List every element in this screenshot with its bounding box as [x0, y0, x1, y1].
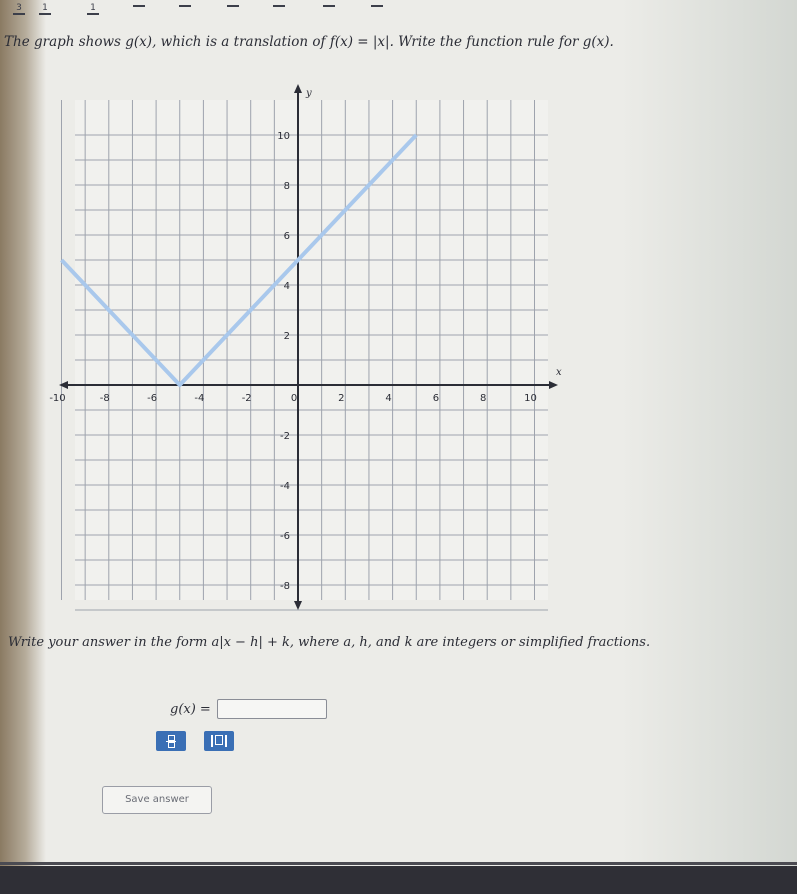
bottom-divider — [0, 862, 797, 865]
y-axis-arrow-icon — [294, 601, 302, 610]
answer-label: g(x) = — [170, 701, 211, 717]
question-text: The graph shows g(x), which is a transla… — [4, 34, 614, 50]
x-tick-label: -4 — [194, 393, 204, 404]
fraction-bar-icon — [179, 5, 191, 7]
fraction-bar-icon — [323, 5, 335, 7]
x-tick-label: 6 — [433, 393, 439, 404]
y-tick-label: 4 — [284, 281, 290, 292]
fraction-toolbar-button[interactable]: 1 — [34, 4, 56, 20]
fraction-bar-icon — [13, 13, 25, 15]
y-tick-label: -8 — [280, 581, 290, 592]
x-tick-label: -2 — [242, 393, 252, 404]
x-tick-label: 2 — [338, 393, 344, 404]
fraction-toolbar-button[interactable] — [268, 4, 290, 20]
y-tick-label: 8 — [284, 181, 290, 192]
fraction-icon — [166, 735, 176, 748]
y-tick-label: -6 — [280, 531, 290, 542]
absolute-value-button[interactable] — [204, 731, 234, 751]
fraction-bar-icon — [227, 5, 239, 7]
y-tick-label: 10 — [277, 131, 290, 142]
y-tick-label: -2 — [280, 431, 290, 442]
x-tick-label: -10 — [49, 393, 65, 404]
fraction-bar-icon — [133, 5, 145, 7]
y-tick-label: 2 — [284, 331, 290, 342]
y-axis-label: y — [305, 88, 312, 99]
fraction-bar-icon — [371, 5, 383, 7]
fraction-bar-icon — [39, 13, 51, 15]
x-axis-label: x — [556, 367, 562, 378]
y-tick-label: -4 — [280, 481, 290, 492]
x-tick-label: -6 — [147, 393, 157, 404]
fraction-toolbar-button[interactable] — [128, 4, 150, 20]
answer-row: g(x) = — [170, 697, 327, 721]
fraction-toolbar-button[interactable]: 1 — [82, 4, 104, 20]
graph-area: -10-8-6-4-20246810-10-8-6-4-2246810xy — [0, 60, 797, 642]
fraction-toolbar-button[interactable] — [174, 4, 196, 20]
x-axis-arrow-icon — [549, 381, 558, 389]
fraction-toolbar-numerator: 1 — [90, 3, 96, 13]
x-tick-label: 0 — [291, 393, 297, 404]
y-tick-label: 6 — [284, 231, 290, 242]
fraction-button[interactable] — [156, 731, 186, 751]
fraction-bar-icon — [87, 13, 99, 15]
fraction-toolbar: 3 1 1 — [0, 0, 797, 26]
x-tick-label: -8 — [100, 393, 110, 404]
instructions-text: Write your answer in the form a|x − h| +… — [8, 635, 651, 650]
x-axis-arrow-icon — [59, 381, 68, 389]
fraction-toolbar-button[interactable] — [222, 4, 244, 20]
y-axis-arrow-icon — [294, 84, 302, 93]
coordinate-graph: -10-8-6-4-20246810-10-8-6-4-2246810xy — [49, 84, 562, 642]
save-answer-button[interactable]: Save answer — [102, 786, 212, 814]
fraction-bar-icon — [273, 5, 285, 7]
fraction-toolbar-numerator: 3 — [16, 3, 22, 13]
fraction-toolbar-numerator: 1 — [42, 3, 48, 13]
fraction-toolbar-button[interactable] — [366, 4, 388, 20]
answer-input[interactable] — [216, 699, 327, 719]
fraction-toolbar-button[interactable]: 3 — [8, 4, 30, 20]
fraction-toolbar-button[interactable] — [318, 4, 340, 20]
x-tick-label: 8 — [480, 393, 486, 404]
x-tick-label: 10 — [524, 393, 537, 404]
absolute-value-icon — [211, 735, 227, 747]
bottom-bar — [0, 866, 797, 894]
x-tick-label: 4 — [385, 393, 391, 404]
